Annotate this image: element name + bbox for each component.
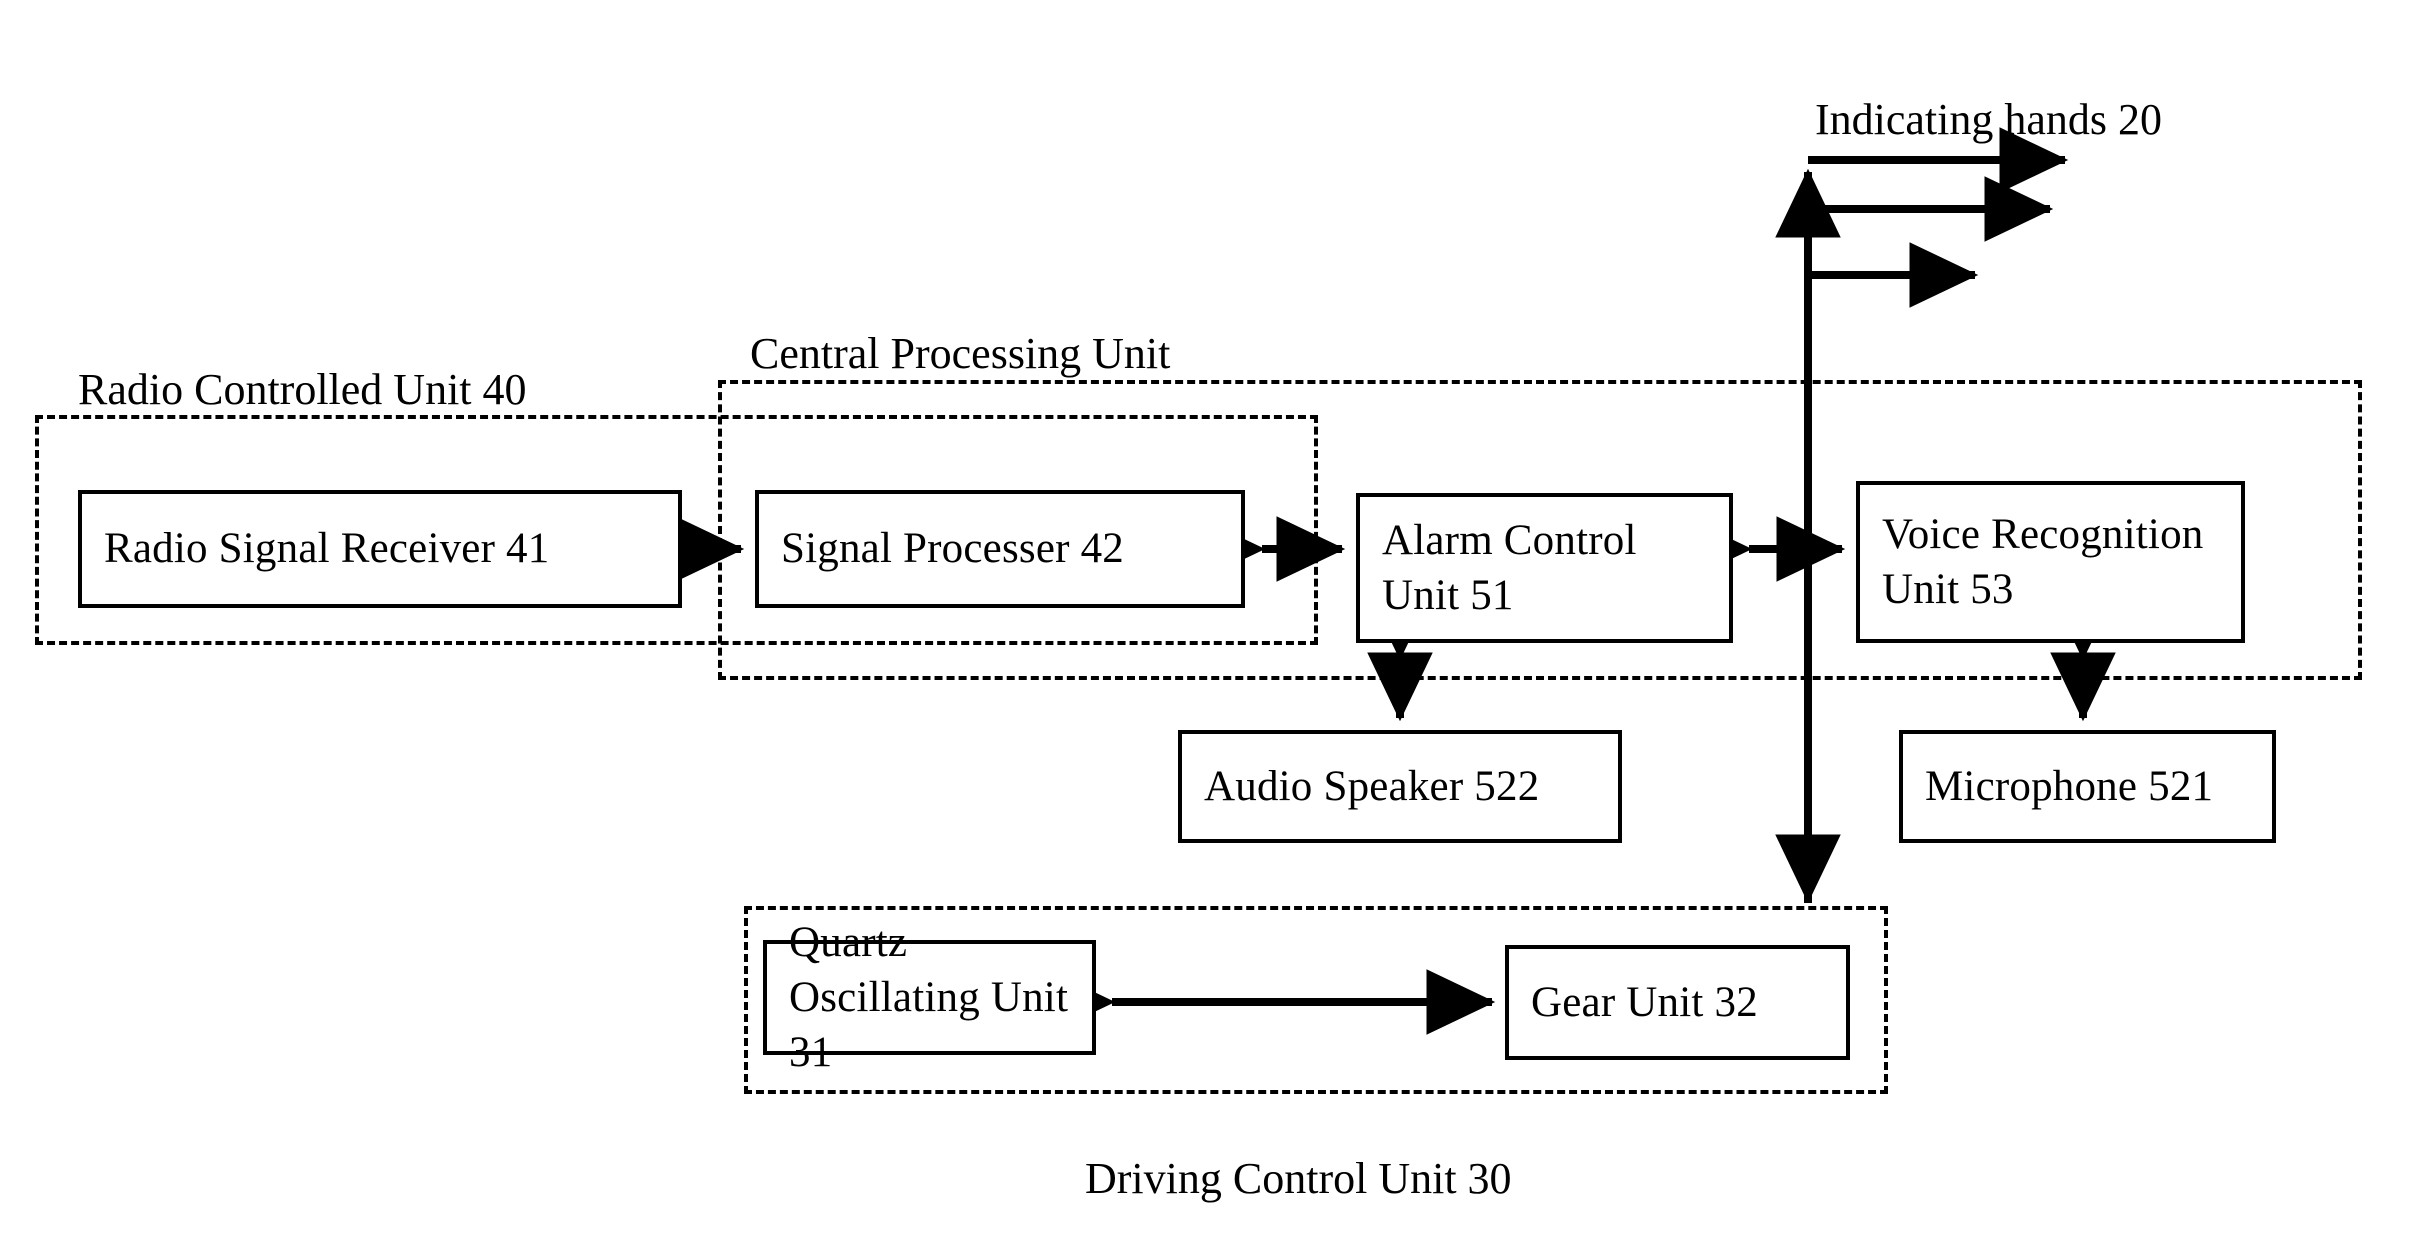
diagram-canvas: Radio Controlled Unit 40 Central Process…: [0, 0, 2427, 1254]
box-signal-processer[interactable]: Signal Processer 42: [755, 490, 1245, 608]
box-voice-recognition-unit[interactable]: Voice Recognition Unit 53: [1856, 481, 2245, 643]
label-radio-controlled-unit: Radio Controlled Unit 40: [78, 365, 527, 414]
box-radio-signal-receiver[interactable]: Radio Signal Receiver 41: [78, 490, 682, 608]
box-alarm-control-unit-label: Alarm Control Unit 51: [1382, 516, 1637, 619]
box-voice-recognition-unit-label: Voice Recognition Unit 53: [1882, 510, 2204, 613]
box-gear-unit-label: Gear Unit 32: [1531, 978, 1758, 1026]
box-audio-speaker[interactable]: Audio Speaker 522: [1178, 730, 1622, 843]
label-indicating-hands: Indicating hands 20: [1815, 95, 2163, 144]
box-quartz-oscillating-unit-label: Quartz Oscillating Unit 31: [789, 918, 1069, 1077]
box-alarm-control-unit[interactable]: Alarm Control Unit 51: [1356, 493, 1733, 643]
box-microphone-label: Microphone 521: [1925, 762, 2214, 810]
box-signal-processer-label: Signal Processer 42: [781, 525, 1124, 573]
box-quartz-oscillating-unit[interactable]: Quartz Oscillating Unit 31: [763, 919, 1096, 1076]
box-radio-signal-receiver-label: Radio Signal Receiver 41: [104, 525, 550, 573]
label-driving-control-unit: Driving Control Unit 30: [1085, 1154, 1512, 1203]
box-microphone[interactable]: Microphone 521: [1899, 730, 2276, 843]
label-central-processing-unit: Central Processing Unit: [750, 329, 1171, 378]
box-audio-speaker-label: Audio Speaker 522: [1204, 762, 1540, 810]
box-gear-unit[interactable]: Gear Unit 32: [1505, 945, 1850, 1060]
